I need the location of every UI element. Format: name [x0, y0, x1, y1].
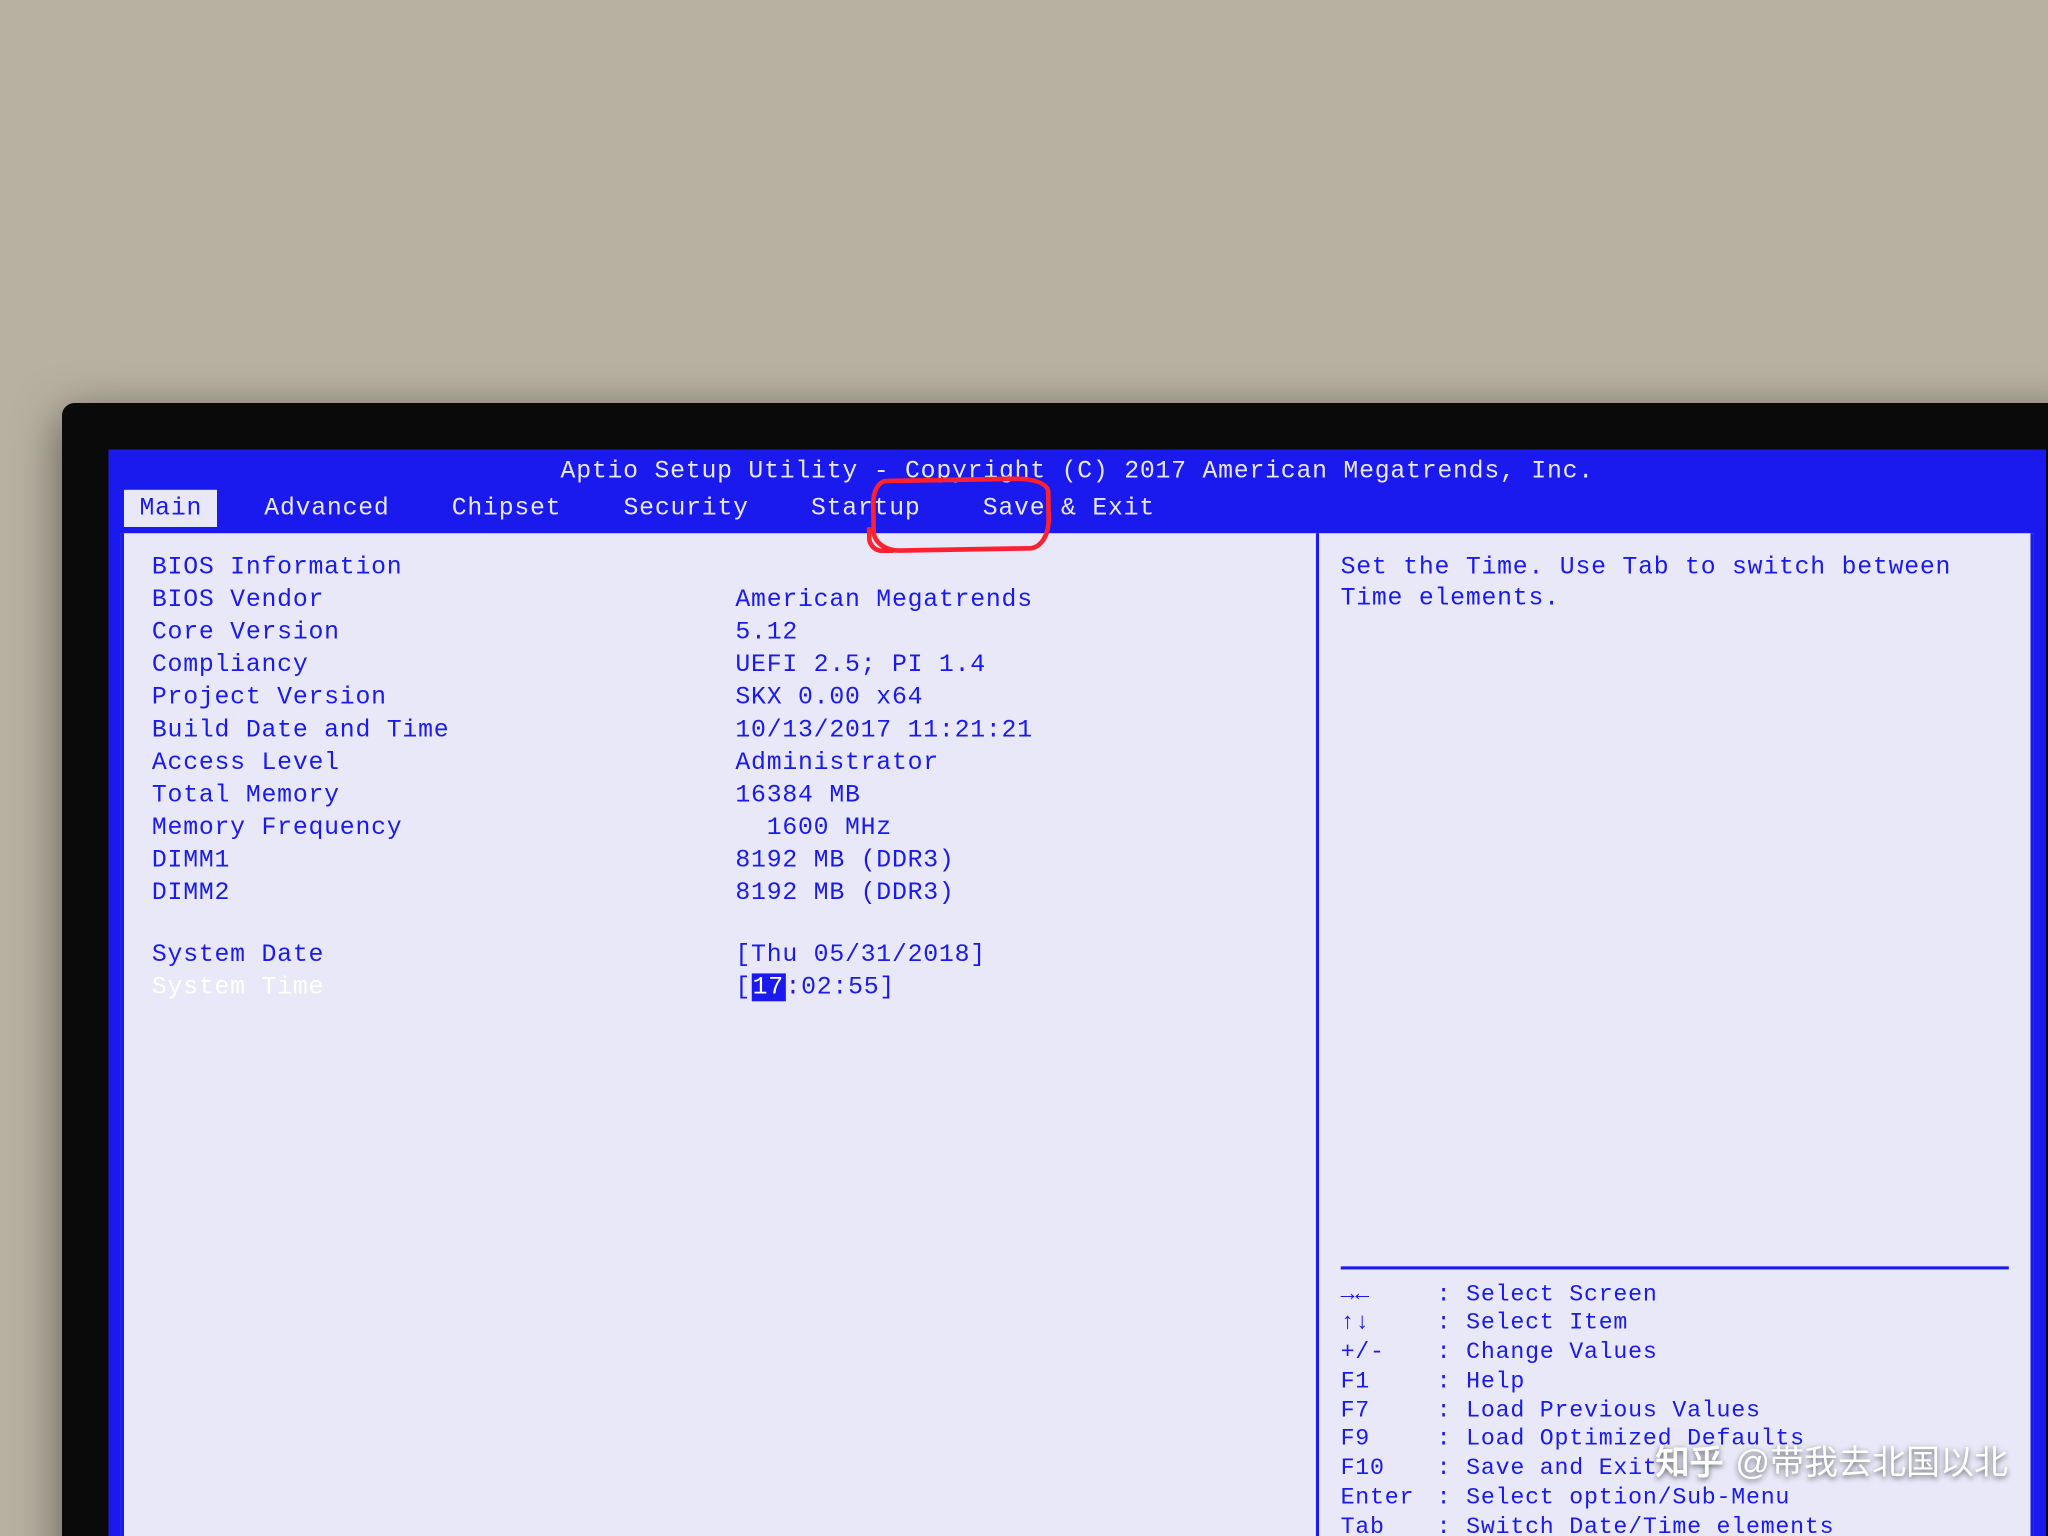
row-label: Total Memory: [152, 780, 704, 811]
key-help-row: F9: Load Optimized Defaults: [1341, 1426, 2009, 1455]
tab-advanced[interactable]: Advanced: [249, 490, 405, 527]
row-label: DIMM2: [152, 877, 704, 908]
row-label: Compliancy: [152, 649, 704, 680]
key-help: →←: Select Screen ↑↓: Select Item +/-: C…: [1341, 1266, 2009, 1536]
key-help-row: ↑↓: Select Item: [1341, 1310, 2009, 1339]
row-value: UEFI 2.5; PI 1.4: [735, 649, 1288, 680]
monitor-bezel: Aptio Setup Utility - Copyright (C) 2017…: [62, 403, 2048, 1536]
row-label: Access Level: [152, 747, 704, 778]
row-value: 5.12: [735, 617, 1288, 648]
spacer: [152, 910, 1288, 938]
key-help-row: →←: Select Screen: [1341, 1281, 2009, 1310]
system-time-hour[interactable]: 17: [751, 973, 785, 1001]
bios-screen: Aptio Setup Utility - Copyright (C) 2017…: [109, 450, 2046, 1536]
help-text: Set the Time. Use Tab to switch between …: [1341, 552, 2009, 701]
key-help-row: Tab: Switch Date/Time elements: [1341, 1514, 2009, 1536]
row-label: Project Version: [152, 682, 704, 713]
key-help-row: F1: Help: [1341, 1368, 2009, 1397]
tab-startup[interactable]: Startup: [795, 490, 936, 527]
info-grid: BIOS Information BIOS Vendor American Meg…: [152, 552, 1288, 1003]
left-pane: BIOS Information BIOS Vendor American Meg…: [124, 533, 1319, 1536]
row-value: SKX 0.00 x64: [735, 682, 1288, 713]
row-value: 10/13/2017 11:21:21: [735, 715, 1288, 746]
row-label: DIMM1: [152, 845, 704, 876]
row-value: 8192 MB (DDR3): [735, 877, 1288, 908]
tab-save-exit[interactable]: Save & Exit: [967, 490, 1170, 527]
bracket-open: [: [735, 973, 751, 1001]
system-time-label[interactable]: System Time: [152, 972, 704, 1003]
key-help-row: +/-: Change Values: [1341, 1339, 2009, 1368]
row-value: [735, 552, 1288, 583]
key-help-row: F7: Load Previous Values: [1341, 1397, 2009, 1426]
system-time-value[interactable]: [17:02:55]: [735, 972, 1288, 1003]
key-help-row: Enter: Select option/Sub-Menu: [1341, 1485, 2009, 1514]
right-pane: Set the Time. Use Tab to switch between …: [1319, 533, 2031, 1536]
row-value: 16384 MB: [735, 780, 1288, 811]
row-label: BIOS Vendor: [152, 584, 704, 615]
row-label: Build Date and Time: [152, 715, 704, 746]
key-help-row: F10: Save and Exit: [1341, 1455, 2009, 1484]
tab-chipset[interactable]: Chipset: [436, 490, 577, 527]
row-value: 1600 MHz: [735, 812, 1288, 843]
content-area: BIOS Information BIOS Vendor American Meg…: [121, 533, 2034, 1536]
row-value: 8192 MB (DDR3): [735, 845, 1288, 876]
system-date-label[interactable]: System Date: [152, 939, 704, 970]
row-value: Administrator: [735, 747, 1288, 778]
tab-main[interactable]: Main: [124, 490, 218, 527]
system-time-rest: :02:55]: [785, 973, 895, 1001]
row-label: Core Version: [152, 617, 704, 648]
row-label: Memory Frequency: [152, 812, 704, 843]
system-date-value[interactable]: [Thu 05/31/2018]: [735, 939, 1288, 970]
page-title: Aptio Setup Utility - Copyright (C) 2017…: [109, 450, 2046, 490]
row-label: BIOS Information: [152, 552, 704, 583]
row-value: American Megatrends: [735, 584, 1288, 615]
menubar: Main Advanced Chipset Security Startup S…: [109, 490, 2046, 533]
tab-security[interactable]: Security: [608, 490, 764, 527]
